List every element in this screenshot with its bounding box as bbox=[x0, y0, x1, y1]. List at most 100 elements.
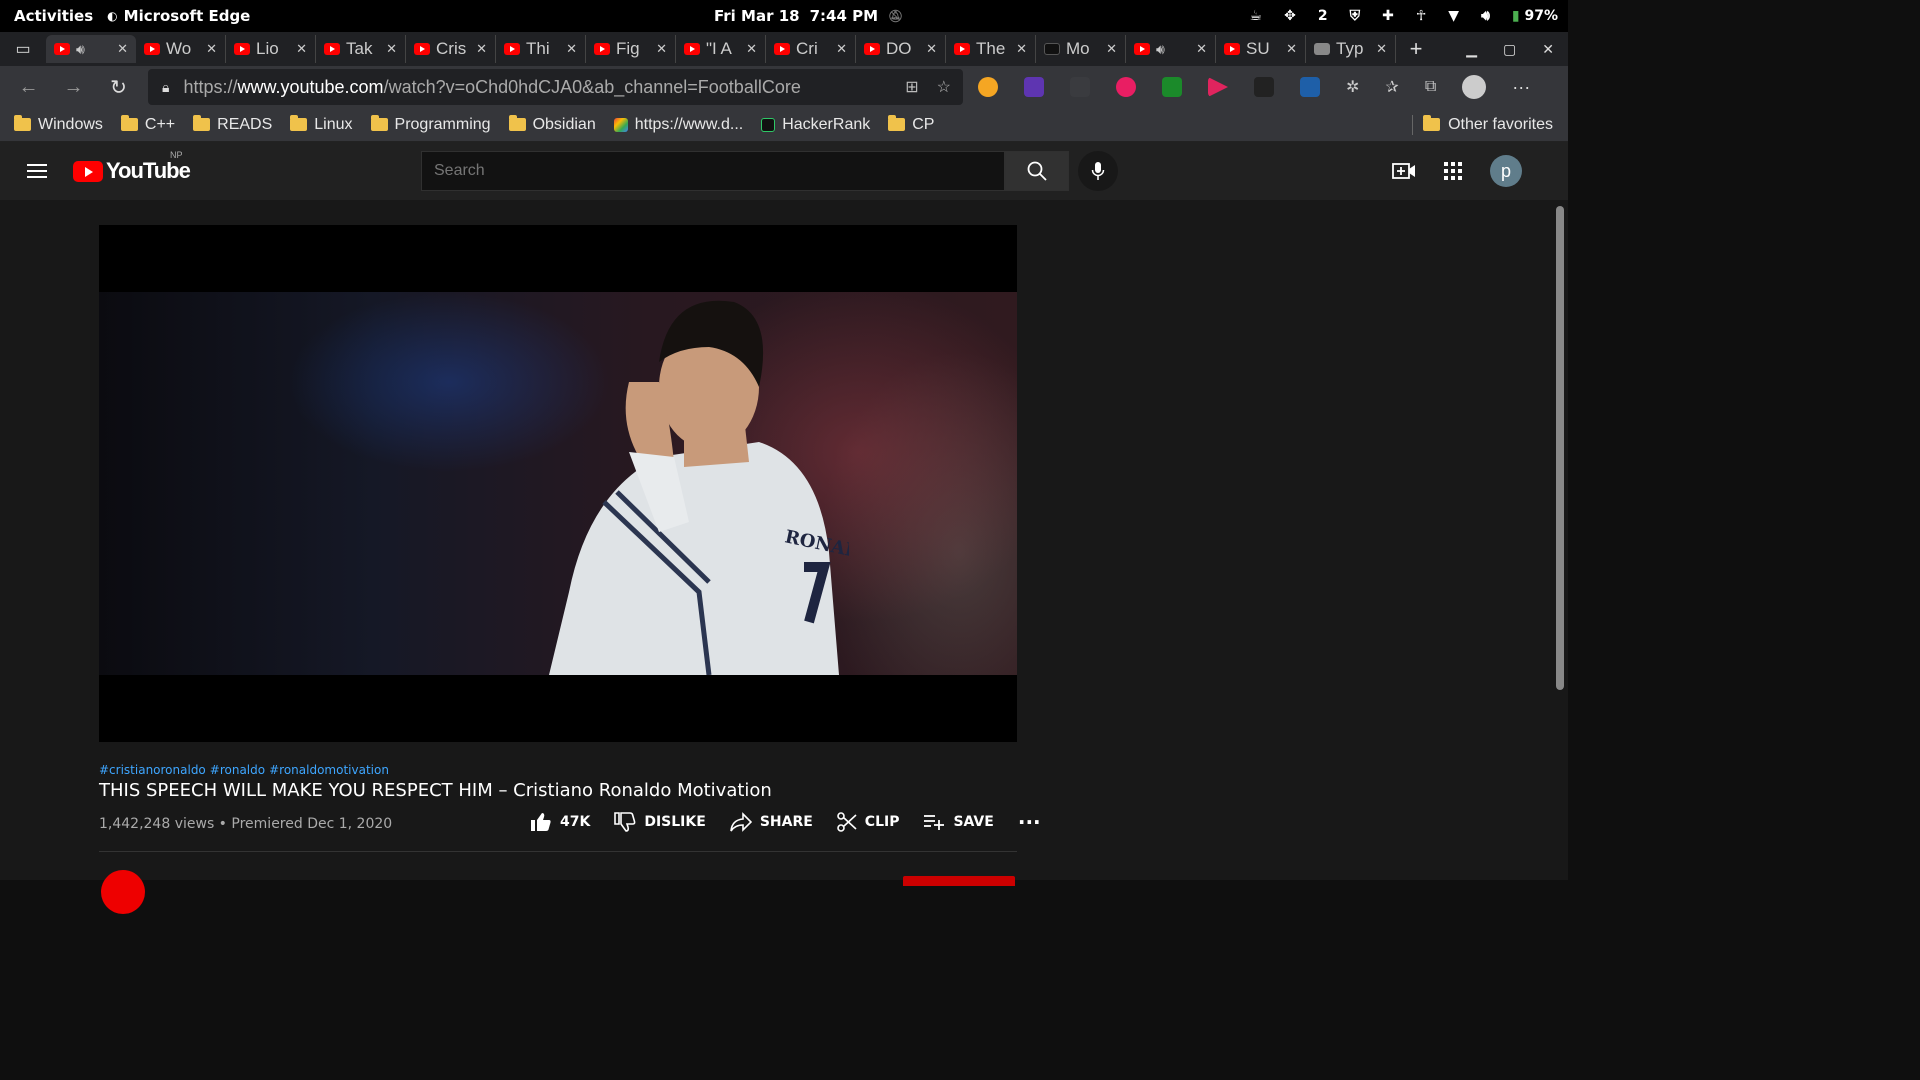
close-tab-icon[interactable]: ✕ bbox=[656, 41, 667, 57]
like-button[interactable]: 47K bbox=[530, 812, 590, 832]
forward-button[interactable]: → bbox=[51, 76, 96, 99]
browser-tab[interactable]: Fig ✕ bbox=[586, 35, 676, 63]
close-tab-icon[interactable]: ✕ bbox=[1286, 41, 1297, 57]
browser-tab[interactable]: Cris ✕ bbox=[406, 35, 496, 63]
dislike-button[interactable]: DISLIKE bbox=[614, 812, 706, 832]
search-input[interactable] bbox=[434, 162, 1004, 180]
favorite-folder[interactable]: Linux bbox=[290, 115, 353, 134]
battery-indicator[interactable]: ▮ 97% bbox=[1512, 8, 1558, 24]
voice-search-button[interactable] bbox=[1078, 151, 1118, 191]
tab-actions-icon[interactable]: ▭ bbox=[0, 39, 46, 59]
app-menu[interactable]: ◐ Microsoft Edge bbox=[107, 7, 250, 25]
close-tab-icon[interactable]: ✕ bbox=[386, 41, 397, 57]
extension-orange-icon[interactable] bbox=[978, 77, 998, 97]
favorite-link[interactable]: HackerRank bbox=[761, 116, 870, 134]
clip-button[interactable]: CLIP bbox=[836, 812, 899, 832]
activities-button[interactable]: Activities bbox=[0, 7, 107, 25]
close-tab-icon[interactable]: ✕ bbox=[566, 41, 577, 57]
guide-menu-icon[interactable] bbox=[27, 160, 47, 182]
browser-tab[interactable]: The ✕ bbox=[946, 35, 1036, 63]
apps-grid-icon[interactable] bbox=[1444, 162, 1462, 180]
browser-tab[interactable]: "I A ✕ bbox=[676, 35, 766, 63]
youtube-logo[interactable]: YouTube NP bbox=[73, 150, 191, 184]
close-tab-icon[interactable]: ✕ bbox=[836, 41, 847, 57]
more-actions-button[interactable]: ··· bbox=[1018, 810, 1041, 834]
browser-tab[interactable]: Cri ✕ bbox=[766, 35, 856, 63]
browser-tab[interactable]: SU ✕ bbox=[1216, 35, 1306, 63]
favorite-folder[interactable]: C++ bbox=[120, 115, 175, 134]
close-tab-icon[interactable]: ✕ bbox=[206, 41, 217, 57]
minimize-icon[interactable]: ▁ bbox=[1466, 41, 1477, 58]
browser-tab[interactable]: Thi ✕ bbox=[496, 35, 586, 63]
hashtag-link[interactable]: #ronaldomotivation bbox=[269, 763, 389, 777]
back-button[interactable]: ← bbox=[6, 76, 51, 99]
video-player[interactable]: RONALDO bbox=[99, 225, 1017, 742]
favorite-folder[interactable]: CP bbox=[888, 115, 934, 134]
favorite-folder[interactable]: Obsidian bbox=[508, 115, 596, 134]
favorite-folder[interactable]: READS bbox=[193, 115, 272, 134]
browser-tab[interactable]: Lio ✕ bbox=[226, 35, 316, 63]
close-tab-icon[interactable]: ✕ bbox=[117, 41, 128, 57]
subscribe-button[interactable] bbox=[903, 876, 1015, 886]
share-button[interactable]: SHARE bbox=[730, 812, 813, 832]
tab-audio-icon[interactable]: 🔊︎ bbox=[76, 41, 85, 58]
favorite-link[interactable]: https://www.d... bbox=[613, 116, 743, 134]
wifi-icon[interactable]: ▼ bbox=[1448, 8, 1459, 24]
favorite-folder[interactable]: Programming bbox=[370, 115, 491, 134]
browser-tab[interactable]: Wo ✕ bbox=[136, 35, 226, 63]
lock-icon[interactable]: 🔒︎ bbox=[162, 79, 169, 96]
profile-icon[interactable] bbox=[1462, 75, 1487, 99]
volume-icon[interactable]: 🔊︎ bbox=[1481, 8, 1490, 24]
tab-audio-icon[interactable]: 🔊︎ bbox=[1156, 41, 1165, 58]
new-tab-button[interactable]: + bbox=[1396, 36, 1436, 62]
browser-tab[interactable]: 🔊︎ ✕ bbox=[1126, 35, 1216, 63]
collections-icon[interactable]: ⧉ bbox=[1425, 78, 1436, 96]
channel-avatar[interactable] bbox=[101, 870, 145, 914]
account-avatar[interactable]: p bbox=[1490, 155, 1522, 187]
extension-pink-icon[interactable] bbox=[1116, 77, 1136, 97]
clock[interactable]: Fri Mar 18 7:44 PM 🔕︎ bbox=[714, 0, 903, 32]
notification-count[interactable]: 2 bbox=[1318, 8, 1328, 24]
browser-tab[interactable]: 🔊︎ ✕ bbox=[46, 35, 136, 63]
save-button[interactable]: SAVE bbox=[923, 814, 994, 830]
browser-tab[interactable]: DO ✕ bbox=[856, 35, 946, 63]
add-favorite-icon[interactable]: ☆ bbox=[937, 77, 951, 97]
extension-download-icon[interactable] bbox=[1162, 77, 1182, 97]
extension-blue-icon[interactable] bbox=[1300, 77, 1320, 97]
page-scrollbar[interactable] bbox=[1556, 206, 1564, 690]
shield-icon[interactable]: ⛨ bbox=[1350, 8, 1361, 24]
hashtag-link[interactable]: #ronaldo bbox=[210, 763, 265, 777]
search-button[interactable] bbox=[1005, 151, 1069, 191]
close-tab-icon[interactable]: ✕ bbox=[1106, 41, 1117, 57]
extension-calendar-icon[interactable] bbox=[1024, 77, 1044, 97]
browser-tab[interactable]: Typ ✕ bbox=[1306, 35, 1396, 63]
hashtag-link[interactable]: #cristianoronaldo bbox=[99, 763, 206, 777]
more-menu-icon[interactable]: ··· bbox=[1512, 77, 1530, 98]
extension-gnome-icon[interactable] bbox=[1254, 77, 1274, 97]
close-tab-icon[interactable]: ✕ bbox=[1196, 41, 1207, 57]
browser-tab[interactable]: Tak ✕ bbox=[316, 35, 406, 63]
accessibility-icon[interactable]: ☥ bbox=[1416, 8, 1426, 24]
close-tab-icon[interactable]: ✕ bbox=[296, 41, 307, 57]
create-video-icon[interactable] bbox=[1392, 161, 1416, 181]
extension-disabled-icon[interactable] bbox=[1070, 77, 1090, 97]
close-window-icon[interactable]: ✕ bbox=[1542, 41, 1554, 58]
close-tab-icon[interactable]: ✕ bbox=[1016, 41, 1027, 57]
favorite-folder[interactable]: Windows bbox=[14, 115, 103, 134]
maximize-icon[interactable]: ▢ bbox=[1503, 41, 1516, 58]
browser-tab[interactable]: Mo ✕ bbox=[1036, 35, 1126, 63]
close-tab-icon[interactable]: ✕ bbox=[476, 41, 487, 57]
puzzle-icon[interactable]: ✚ bbox=[1382, 8, 1394, 24]
close-tab-icon[interactable]: ✕ bbox=[926, 41, 937, 57]
address-bar[interactable]: 🔒︎ https://www.youtube.com/watch?v=oChd0… bbox=[148, 69, 963, 105]
favorites-icon[interactable]: ✰ bbox=[1385, 77, 1398, 97]
app-available-icon[interactable]: ⊞ bbox=[905, 77, 918, 97]
extensions-icon[interactable]: ✲ bbox=[1346, 77, 1359, 97]
refresh-button[interactable]: ↻ bbox=[96, 75, 141, 100]
extension-play-icon[interactable] bbox=[1208, 77, 1228, 97]
close-tab-icon[interactable]: ✕ bbox=[1376, 41, 1387, 57]
close-tab-icon[interactable]: ✕ bbox=[746, 41, 757, 57]
other-favorites[interactable]: Other favorites bbox=[1423, 115, 1553, 134]
coffee-icon[interactable]: ☕︎ bbox=[1250, 8, 1263, 24]
dropbox-icon[interactable]: ✥ bbox=[1284, 8, 1296, 24]
